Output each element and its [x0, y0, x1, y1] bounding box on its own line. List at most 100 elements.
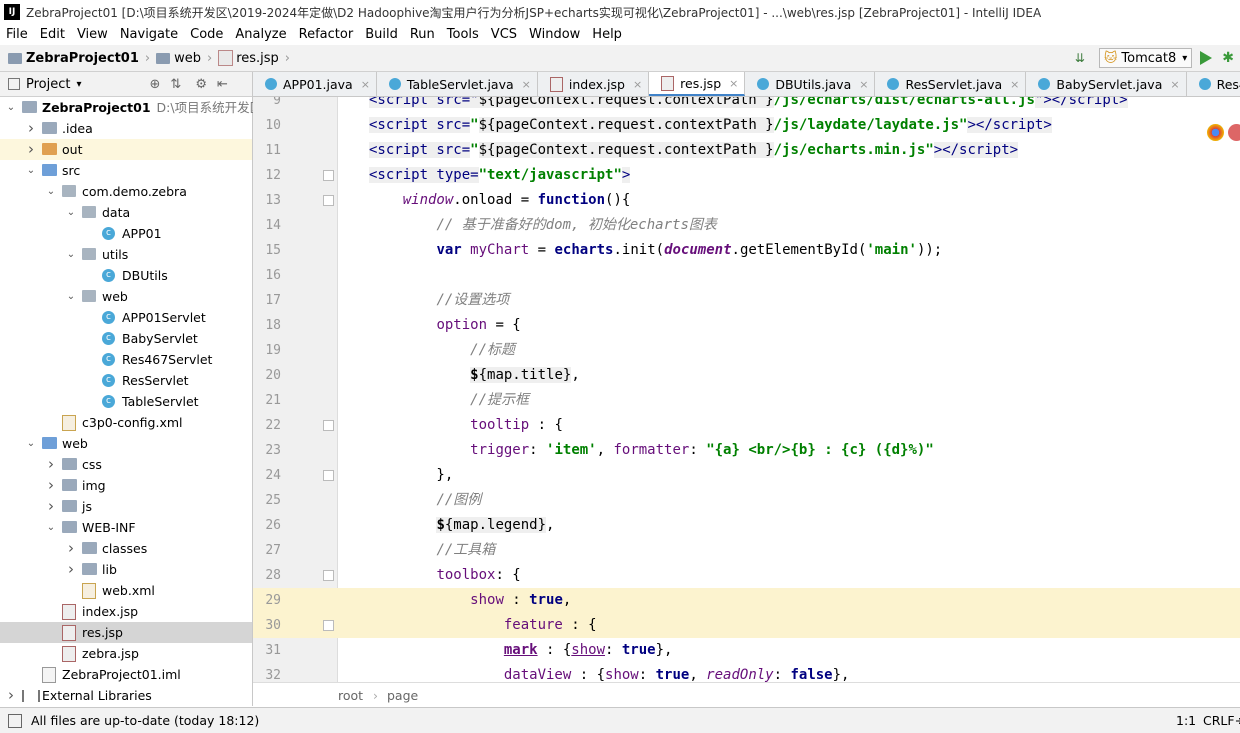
chevron-right-icon[interactable]: › [26, 139, 36, 160]
menu-code[interactable]: Code [184, 27, 229, 42]
code-line[interactable]: 32 dataView : {show: true, readOnly: fal… [253, 663, 1240, 682]
fold-marker-icon[interactable] [323, 620, 334, 631]
chevron-right-icon[interactable]: › [6, 685, 16, 706]
tree-item[interactable]: c APP01 [0, 223, 252, 244]
fold-marker-icon[interactable] [323, 570, 334, 581]
chevron-down-icon[interactable]: ⌄ [26, 433, 36, 454]
code-line[interactable]: 15 var myChart = echarts.init(document.g… [253, 238, 1240, 263]
code-line[interactable]: 14 // 基于准备好的dom, 初始化echarts图表 [253, 213, 1240, 238]
code-line[interactable]: 25 //图例 [253, 488, 1240, 513]
close-icon[interactable]: × [1170, 78, 1179, 91]
chevron-down-icon[interactable]: ▾ [76, 79, 81, 90]
editor-tab[interactable]: DBUtils.java × [745, 72, 876, 96]
tree-item[interactable]: ⌄ com.demo.zebra [0, 181, 252, 202]
code-line[interactable]: 19 //标题 [253, 338, 1240, 363]
tree-item[interactable]: ⌄ src [0, 160, 252, 181]
close-icon[interactable]: × [522, 78, 531, 91]
menu-view[interactable]: View [71, 27, 114, 42]
chevron-down-icon[interactable]: ⌄ [66, 202, 76, 223]
menu-vcs[interactable]: VCS [485, 27, 523, 42]
menu-file[interactable]: File [0, 27, 34, 42]
firefox-icon[interactable] [1228, 124, 1240, 141]
editor-breadcrumb-page[interactable]: page [387, 688, 418, 703]
debug-icon[interactable]: ✱ [1222, 50, 1234, 66]
tree-item[interactable]: ⌄ web [0, 286, 252, 307]
tree-item[interactable]: res.jsp [0, 622, 252, 643]
close-icon[interactable]: × [633, 78, 642, 91]
tree-item[interactable]: › css [0, 454, 252, 475]
code-editor[interactable]: 9 <script src="${pageContext.request.cont… [253, 97, 1240, 682]
close-icon[interactable]: × [729, 77, 738, 90]
code-line[interactable]: 30 feature : { [253, 613, 1240, 638]
editor-tab[interactable]: APP01.java × [253, 72, 377, 96]
tree-item[interactable]: › .idea [0, 118, 252, 139]
tree-item[interactable]: c DBUtils [0, 265, 252, 286]
code-line[interactable]: 20 ${map.title}, [253, 363, 1240, 388]
hide-icon[interactable]: ⇤ [217, 77, 228, 92]
caret-position[interactable]: 1:1 [1176, 713, 1196, 728]
close-icon[interactable]: × [859, 78, 868, 91]
chevron-right-icon[interactable]: › [26, 118, 36, 139]
code-line[interactable]: 18 option = { [253, 313, 1240, 338]
menu-analyze[interactable]: Analyze [229, 27, 292, 42]
editor-tab[interactable]: ResServlet.java × [875, 72, 1027, 96]
close-icon[interactable]: × [361, 78, 370, 91]
code-line[interactable]: 10 <script src="${pageContext.request.con… [253, 113, 1240, 138]
tree-item[interactable]: c APP01Servlet [0, 307, 252, 328]
chevron-right-icon[interactable]: › [46, 496, 56, 517]
tool-windows-icon[interactable] [8, 714, 22, 728]
tree-item[interactable]: ⌄ data [0, 202, 252, 223]
tree-item[interactable]: zebra.jsp [0, 643, 252, 664]
tree-item[interactable]: › out [0, 139, 252, 160]
tree-item[interactable]: ⌄ ZebraProject01 D:\项目系统开发区\2 [0, 97, 274, 118]
tree-item[interactable]: index.jsp [0, 601, 252, 622]
tree-item[interactable]: ZebraProject01.iml [0, 664, 252, 685]
project-view-select[interactable]: Project [26, 77, 70, 92]
tree-item[interactable]: ⌄ web [0, 433, 252, 454]
code-line[interactable]: 24 }, [253, 463, 1240, 488]
tree-item[interactable]: ⌄ utils [0, 244, 252, 265]
code-line[interactable]: 22 tooltip : { [253, 413, 1240, 438]
build-icon[interactable]: ⇊ [1075, 51, 1085, 65]
chevron-down-icon[interactable]: ⌄ [46, 181, 56, 202]
code-line[interactable]: 12 <script type="text/javascript"> [253, 163, 1240, 188]
fold-marker-icon[interactable] [323, 420, 334, 431]
code-line[interactable]: 28 toolbox: { [253, 563, 1240, 588]
code-line[interactable]: 13 window.onload = function(){ [253, 188, 1240, 213]
code-line[interactable]: 23 trigger: 'item', formatter: "{a} <br/… [253, 438, 1240, 463]
chevron-right-icon[interactable]: › [46, 454, 56, 475]
tree-item[interactable]: › classes [0, 538, 252, 559]
menu-edit[interactable]: Edit [34, 27, 71, 42]
code-line[interactable]: 11 <script src="${pageContext.request.con… [253, 138, 1240, 163]
breadcrumb-project[interactable]: ZebraProject01 [26, 51, 139, 66]
menu-refactor[interactable]: Refactor [293, 27, 360, 42]
editor-tab[interactable]: Res467Servl× [1187, 72, 1240, 96]
locate-icon[interactable]: ⊕ [150, 77, 161, 92]
run-config-select[interactable]: 🐱 Tomcat8 ▾ [1098, 48, 1193, 68]
run-icon[interactable] [1200, 51, 1213, 65]
breadcrumb-folder[interactable]: web [174, 51, 201, 66]
menu-navigate[interactable]: Navigate [114, 27, 184, 42]
chevron-down-icon[interactable]: ⌄ [6, 97, 16, 118]
tree-item[interactable]: c3p0-config.xml [0, 412, 252, 433]
fold-marker-icon[interactable] [323, 195, 334, 206]
breadcrumb-file[interactable]: res.jsp [236, 51, 279, 66]
gear-icon[interactable]: ⚙ [195, 77, 207, 92]
tree-item[interactable]: c Res467Servlet [0, 349, 252, 370]
code-line[interactable]: 29 show : true, [253, 588, 1240, 613]
editor-tab[interactable]: index.jsp × [538, 72, 650, 96]
chevron-right-icon[interactable]: › [66, 559, 76, 580]
code-line[interactable]: 16 [253, 263, 1240, 288]
fold-marker-icon[interactable] [323, 170, 334, 181]
tree-item[interactable]: › img [0, 475, 252, 496]
editor-breadcrumb-root[interactable]: root [338, 688, 363, 703]
chevron-down-icon[interactable]: ⌄ [66, 286, 76, 307]
fold-marker-icon[interactable] [323, 470, 334, 481]
tree-item[interactable]: › External Libraries [0, 685, 252, 706]
chevron-down-icon[interactable]: ⌄ [26, 160, 36, 181]
tree-item[interactable]: ⌄ WEB-INF [0, 517, 252, 538]
editor-tab[interactable]: res.jsp × [649, 72, 746, 96]
chevron-down-icon[interactable]: ⌄ [66, 244, 76, 265]
tree-item[interactable]: › lib [0, 559, 252, 580]
editor-tab[interactable]: TableServlet.java × [377, 72, 538, 96]
